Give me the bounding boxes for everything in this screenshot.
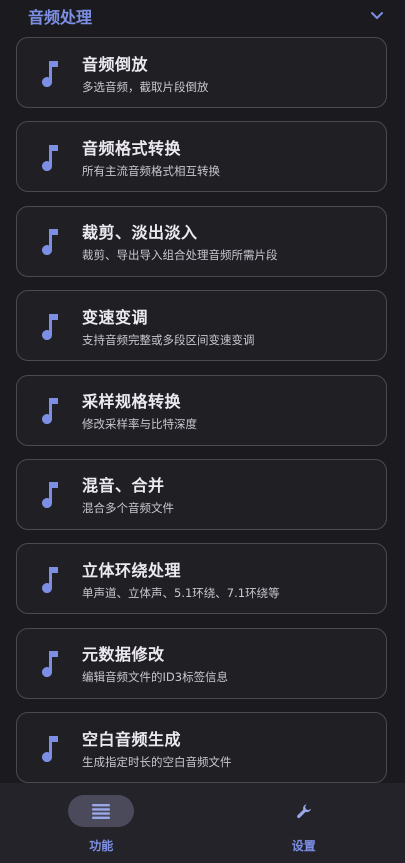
feature-card[interactable]: 裁剪、淡出淡入裁剪、导出导入组合处理音频所需片段 bbox=[16, 205, 387, 277]
card-description: 所有主流音频格式相互转换 bbox=[82, 163, 220, 178]
music-note-icon bbox=[39, 565, 61, 593]
section-title: 音频处理 bbox=[28, 8, 93, 27]
card-title: 裁剪、淡出淡入 bbox=[82, 223, 198, 243]
music-note-icon bbox=[39, 649, 61, 678]
music-note-icon bbox=[39, 480, 61, 509]
section-header[interactable]: 音频处理 bbox=[0, 0, 405, 32]
nav-item-functions[interactable]: 功能 bbox=[0, 783, 203, 863]
card-texts: 裁剪、淡出淡入裁剪、导出导入组合处理音频所需片段 bbox=[82, 219, 278, 263]
card-description: 生成指定时长的空白音频文件 bbox=[82, 754, 232, 769]
nav-label-settings: 设置 bbox=[291, 839, 316, 853]
feature-card[interactable]: 空白音频生成生成指定时长的空白音频文件 bbox=[16, 712, 387, 784]
feature-card[interactable]: 元数据修改编辑音频文件的ID3标签信息 bbox=[16, 627, 387, 699]
card-title: 空白音频生成 bbox=[82, 729, 182, 749]
card-texts: 元数据修改编辑音频文件的ID3标签信息 bbox=[82, 641, 228, 685]
card-title: 立体环绕处理 bbox=[82, 560, 182, 580]
music-note-icon bbox=[39, 143, 61, 171]
card-title: 元数据修改 bbox=[82, 645, 165, 665]
feature-card[interactable]: 音频格式转换所有主流音频格式相互转换 bbox=[16, 121, 387, 193]
card-texts: 空白音频生成生成指定时长的空白音频文件 bbox=[82, 726, 232, 770]
card-title: 变速变调 bbox=[82, 307, 149, 327]
music-note-icon bbox=[39, 312, 61, 340]
music-note-icon bbox=[39, 734, 61, 762]
feature-list: 音频倒放多选音频，截取片段倒放音频格式转换所有主流音频格式相互转换裁剪、淡出淡入… bbox=[16, 37, 387, 797]
screen: 音频处理 音频倒放多选音频，截取片段倒放音频格式转换所有主流音频格式相互转换裁剪… bbox=[0, 0, 405, 863]
card-description: 编辑音频文件的ID3标签信息 bbox=[82, 670, 229, 685]
nav-label-functions: 功能 bbox=[89, 839, 114, 853]
card-texts: 立体环绕处理单声道、立体声、5.1环绕、7.1环绕等 bbox=[82, 557, 280, 601]
music-note-icon bbox=[39, 396, 61, 425]
card-texts: 音频格式转换所有主流音频格式相互转换 bbox=[82, 135, 220, 179]
card-title: 混音、合并 bbox=[82, 476, 165, 496]
feature-card[interactable]: 采样规格转换修改采样率与比特深度 bbox=[16, 374, 387, 446]
bottom-navigation: 功能 设置 bbox=[0, 783, 405, 863]
card-description: 混合多个音频文件 bbox=[82, 501, 174, 516]
list-icon bbox=[92, 804, 111, 819]
nav-item-settings[interactable]: 设置 bbox=[203, 783, 405, 863]
feature-card[interactable]: 立体环绕处理单声道、立体声、5.1环绕、7.1环绕等 bbox=[16, 543, 387, 615]
card-texts: 音频倒放多选音频，截取片段倒放 bbox=[82, 51, 209, 95]
card-texts: 混音、合并混合多个音频文件 bbox=[82, 472, 174, 516]
chevron-down-icon[interactable] bbox=[369, 8, 385, 24]
card-description: 单声道、立体声、5.1环绕、7.1环绕等 bbox=[82, 585, 280, 600]
card-description: 裁剪、导出导入组合处理音频所需片段 bbox=[82, 248, 278, 263]
card-description: 修改采样率与比特深度 bbox=[82, 417, 197, 432]
music-note-icon bbox=[39, 227, 61, 256]
feature-card[interactable]: 变速变调支持音频完整或多段区间变速变调 bbox=[16, 290, 387, 362]
card-title: 音频倒放 bbox=[82, 54, 149, 74]
music-note-icon bbox=[39, 59, 61, 87]
card-description: 多选音频，截取片段倒放 bbox=[82, 79, 209, 94]
wrench-icon bbox=[296, 804, 311, 819]
nav-indicator-inactive bbox=[271, 795, 337, 827]
card-title: 采样规格转换 bbox=[82, 392, 182, 412]
card-description: 支持音频完整或多段区间变速变调 bbox=[82, 332, 255, 347]
feature-card[interactable]: 混音、合并混合多个音频文件 bbox=[16, 458, 387, 530]
nav-indicator bbox=[68, 795, 135, 827]
card-texts: 采样规格转换修改采样率与比特深度 bbox=[82, 388, 197, 432]
card-texts: 变速变调支持音频完整或多段区间变速变调 bbox=[82, 304, 255, 348]
feature-card[interactable]: 音频倒放多选音频，截取片段倒放 bbox=[16, 37, 387, 108]
card-title: 音频格式转换 bbox=[82, 138, 182, 158]
